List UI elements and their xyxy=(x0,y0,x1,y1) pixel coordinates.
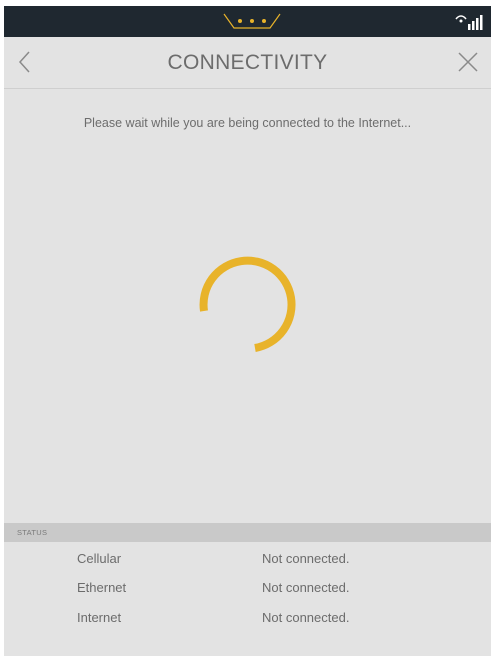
status-value: Not connected. xyxy=(262,551,350,566)
signal-strength-icon xyxy=(455,15,483,30)
status-heading: STATUS xyxy=(17,528,48,537)
status-value: Not connected. xyxy=(262,580,350,595)
header-bar: CONNECTIVITY xyxy=(4,37,491,89)
status-row-ethernet: Ethernet Not connected. xyxy=(4,576,491,602)
status-label: Internet xyxy=(77,610,122,625)
screen: CONNECTIVITY Please wait while you are b… xyxy=(4,6,491,656)
status-label: Ethernet xyxy=(77,580,127,595)
close-button[interactable] xyxy=(455,49,481,75)
close-icon xyxy=(458,52,478,72)
dot-icon xyxy=(238,19,242,23)
status-label: Cellular xyxy=(77,551,122,566)
page-title: CONNECTIVITY xyxy=(167,51,328,74)
status-row-internet: Internet Not connected. xyxy=(4,606,491,632)
loading-spinner-icon xyxy=(199,256,296,352)
pull-down-handle[interactable] xyxy=(238,17,266,25)
status-row-cellular: Cellular Not connected. xyxy=(4,547,491,573)
status-value: Not connected. xyxy=(262,610,350,625)
dot-icon xyxy=(262,19,266,23)
status-bar xyxy=(4,6,491,37)
connecting-message: Please wait while you are being connecte… xyxy=(83,116,412,130)
dot-icon xyxy=(250,19,254,23)
status-section-header: STATUS xyxy=(4,523,491,542)
